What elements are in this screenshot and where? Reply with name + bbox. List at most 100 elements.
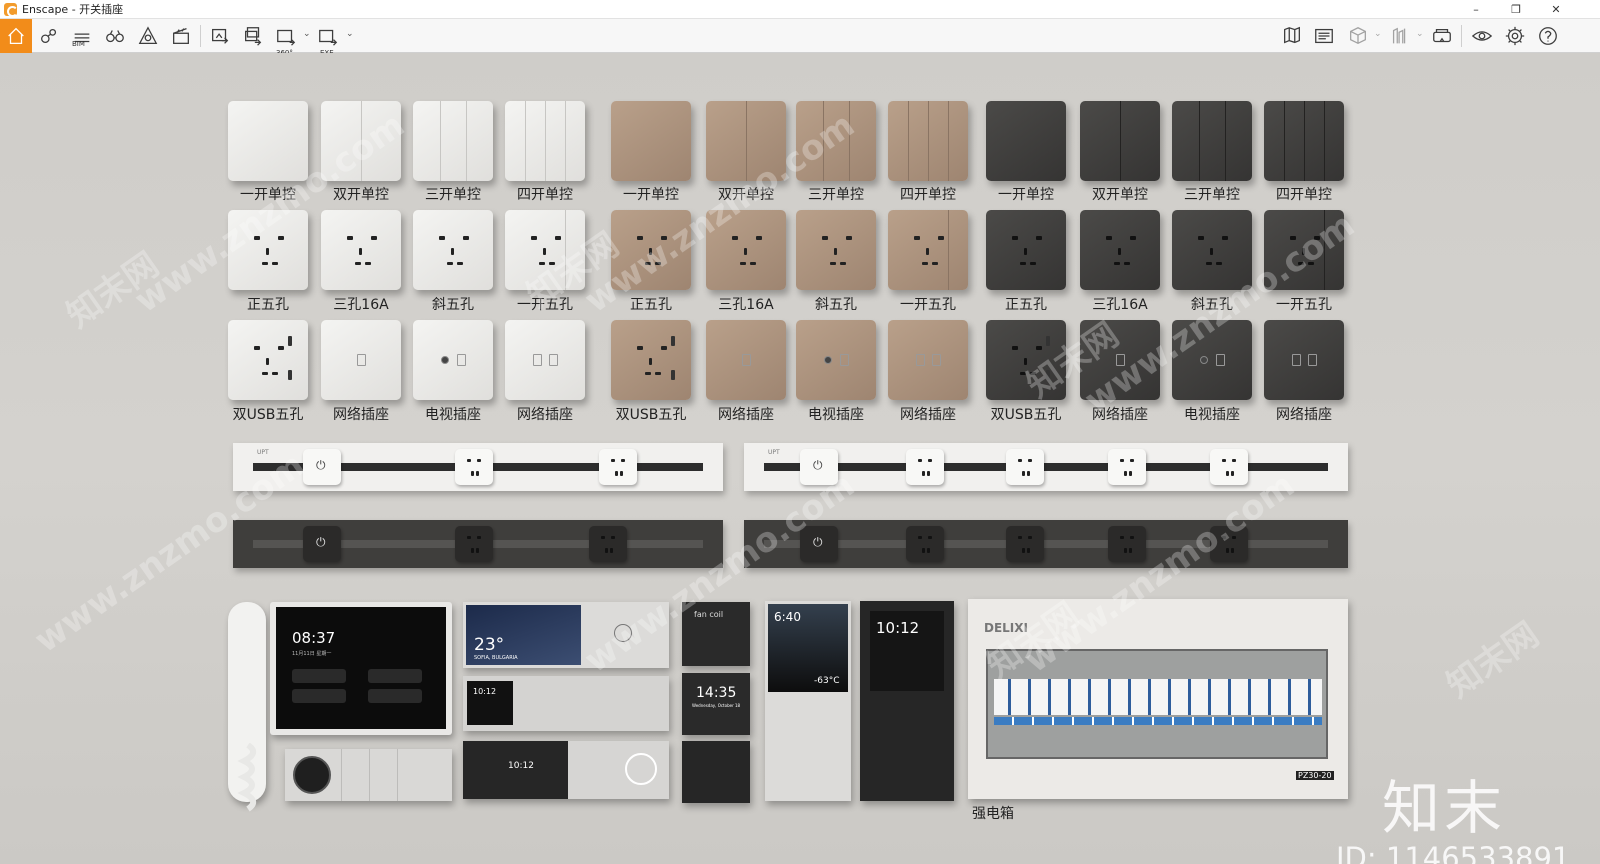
outlet-module[interactable]	[1108, 526, 1146, 562]
outlet-hole	[543, 248, 546, 255]
power-switch-module[interactable]: ⏻	[303, 449, 341, 485]
maximize-button[interactable]: ❐	[1496, 0, 1536, 19]
wall-plate[interactable]	[505, 101, 585, 181]
info-panel-icon[interactable]	[1308, 19, 1340, 53]
wall-plate[interactable]	[796, 101, 876, 181]
outlet-module[interactable]	[906, 449, 944, 485]
cube-dropdown-icon[interactable]: ⌄	[1374, 29, 1382, 39]
wall-plate[interactable]	[413, 320, 493, 400]
clapperboard-icon[interactable]	[165, 19, 197, 53]
intercom-tile[interactable]	[368, 689, 422, 703]
wall-plate[interactable]	[413, 101, 493, 181]
outlet-module[interactable]	[1210, 449, 1248, 485]
outlet-module[interactable]	[589, 526, 627, 562]
render-viewport[interactable]: 一开单控 双开单控 三开单控 四开单控 正五孔 三孔16A 斜五孔 一开五孔 双USB五孔 网络插…	[0, 53, 1600, 864]
outlet-hole	[927, 548, 930, 553]
wall-plate[interactable]	[611, 210, 691, 290]
wall-plate[interactable]	[611, 320, 691, 400]
outlet-hole	[1226, 471, 1229, 476]
wall-plate[interactable]	[505, 210, 585, 290]
wall-plate[interactable]	[888, 101, 968, 181]
outlet-module[interactable]	[455, 526, 493, 562]
cube-icon[interactable]	[1342, 19, 1374, 53]
dial-ring-large[interactable]	[625, 753, 657, 785]
wall-plate[interactable]	[986, 101, 1066, 181]
outlet-module[interactable]	[906, 526, 944, 562]
wall-plate[interactable]	[321, 101, 401, 181]
outlet-hole	[615, 471, 618, 476]
outlet-hole	[1129, 548, 1132, 553]
clock-1435-date: Wednesday, October 18	[692, 703, 741, 708]
wall-plate[interactable]	[888, 320, 968, 400]
wall-plate[interactable]	[505, 320, 585, 400]
wall-plate[interactable]	[228, 210, 308, 290]
power-switch-module[interactable]: ⏻	[800, 526, 838, 562]
vr-headset-icon[interactable]	[1426, 19, 1458, 53]
power-switch-module[interactable]: ⏻	[800, 449, 838, 485]
home-icon[interactable]	[0, 19, 32, 53]
settings-gear-icon[interactable]	[1499, 19, 1531, 53]
outlet-module[interactable]	[455, 449, 493, 485]
wall-plate[interactable]	[1172, 101, 1252, 181]
outlet-module[interactable]	[1006, 449, 1044, 485]
wall-plate[interactable]	[321, 320, 401, 400]
wall-plate[interactable]	[706, 320, 786, 400]
map-icon[interactable]	[1276, 19, 1308, 53]
wall-plate[interactable]	[1080, 210, 1160, 290]
outlet-hole	[365, 262, 371, 265]
intercom-tile[interactable]	[368, 669, 422, 683]
outlet-hole	[1216, 262, 1222, 265]
round-dial-panel: 10:12	[463, 741, 669, 799]
outlet-module[interactable]	[1006, 526, 1044, 562]
outlet-hole	[661, 346, 667, 350]
wall-plate[interactable]	[986, 320, 1066, 400]
wall-plate[interactable]	[796, 210, 876, 290]
binoculars-icon[interactable]	[99, 19, 131, 53]
asset-library-icon[interactable]	[1384, 19, 1416, 53]
export-exe-icon[interactable]	[312, 19, 344, 53]
wall-plate[interactable]	[706, 210, 786, 290]
wall-plate[interactable]	[413, 210, 493, 290]
wall-plate[interactable]	[611, 101, 691, 181]
rotary-knob[interactable]	[293, 756, 331, 794]
wall-plate[interactable]	[796, 320, 876, 400]
outlet-module[interactable]	[1210, 526, 1248, 562]
power-switch-module[interactable]: ⏻	[303, 526, 341, 562]
intercom-tile[interactable]	[292, 689, 346, 703]
screenshot-icon[interactable]	[204, 19, 236, 53]
view-management-icon[interactable]	[33, 19, 65, 53]
visibility-eye-icon[interactable]	[1466, 19, 1498, 53]
panorama-dropdown-icon[interactable]: ⌄	[303, 29, 311, 39]
atmosphere-icon[interactable]	[132, 19, 164, 53]
wall-plate[interactable]	[228, 101, 308, 181]
outlet-hole	[1198, 236, 1204, 240]
wall-plate[interactable]	[1172, 210, 1252, 290]
dial-ring[interactable]	[614, 624, 632, 642]
outlet-hole	[922, 548, 925, 553]
usb-port	[1046, 336, 1050, 346]
wall-plate[interactable]	[986, 210, 1066, 290]
intercom-tile[interactable]	[292, 669, 346, 683]
wall-plate[interactable]	[706, 101, 786, 181]
outlet-module[interactable]	[599, 449, 637, 485]
wall-plate[interactable]	[1264, 101, 1344, 181]
panorama-icon[interactable]	[270, 19, 302, 53]
wall-plate[interactable]	[1080, 320, 1160, 400]
outlet-module[interactable]	[1108, 449, 1146, 485]
wall-plate[interactable]	[888, 210, 968, 290]
tv-coax-port	[824, 356, 832, 364]
wall-plate[interactable]	[228, 320, 308, 400]
wall-plate[interactable]	[321, 210, 401, 290]
wall-plate[interactable]	[1264, 210, 1344, 290]
minimize-button[interactable]: –	[1456, 0, 1496, 19]
export-dropdown-icon[interactable]: ⌄	[346, 29, 354, 39]
asset-dropdown-icon[interactable]: ⌄	[1416, 29, 1424, 39]
wall-plate[interactable]	[1264, 320, 1344, 400]
close-button[interactable]: ✕	[1536, 0, 1576, 19]
outlet-hole	[621, 459, 625, 462]
help-icon[interactable]	[1532, 19, 1564, 53]
wall-plate[interactable]	[1172, 320, 1252, 400]
wall-plate[interactable]	[1080, 101, 1160, 181]
weather-temp: 23°	[474, 635, 505, 655]
batch-render-icon[interactable]	[237, 19, 269, 53]
